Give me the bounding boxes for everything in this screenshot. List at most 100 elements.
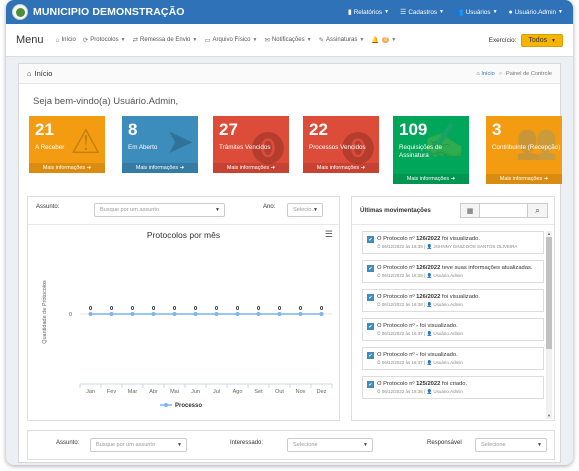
data-point xyxy=(235,312,240,316)
x-tick-label: Mar xyxy=(128,389,138,395)
chart-menu-icon[interactable]: ☰ xyxy=(325,229,333,240)
data-label: 0 xyxy=(278,306,281,312)
scrollbar[interactable]: ▲ ▼ xyxy=(546,231,552,419)
data-label: 0 xyxy=(299,306,302,312)
movement-item[interactable]: ✔ O Protocolo nº 126/2022 foi visualizado… xyxy=(362,289,544,312)
y-tick-label: 0 xyxy=(69,312,72,318)
top-nav-relatorios[interactable]: ▮ Relatórios ▼ xyxy=(348,8,389,17)
menu-item-inicio[interactable]: ⌂ Início xyxy=(56,37,76,44)
movements-card: Últimas movimentações ▦ ⌕ ✔ O Protocolo n… xyxy=(351,196,555,421)
assunto-placeholder: Busque por um assunto xyxy=(96,442,156,448)
movement-item[interactable]: ✔ O Protocolo nº 126/2022 teve suas infor… xyxy=(362,260,544,283)
assunto-label: Assunto: xyxy=(56,440,80,446)
menu-item-notificacoes[interactable]: ✉ Notificações ▼ xyxy=(264,36,311,44)
movements-title: Últimas movimentações xyxy=(360,207,431,214)
interessado-select[interactable]: Selecione ▼ xyxy=(287,438,373,452)
responsavel-value: Selecione xyxy=(481,442,506,448)
breadcrumb-current: Painel de Controle xyxy=(505,70,552,77)
pen-icon: ✎ xyxy=(318,37,325,44)
movement-item[interactable]: ✔ O Protocolo nº 125/2022 foi criado. ⏱ 06… xyxy=(362,376,544,399)
panel-title: ⌂ Início xyxy=(27,69,52,78)
municipal-crest-logo xyxy=(12,4,28,20)
movement-suffix: foi visualizado. xyxy=(418,352,458,358)
movement-item[interactable]: ✔ O Protocolo nº - foi visualizado. ⏱ 06/1… xyxy=(362,347,544,370)
movement-suffix: foi visualizado. xyxy=(440,294,480,300)
check-icon: ✔ xyxy=(367,352,374,359)
top-bar: MUNICIPIO DEMONSTRAÇÃO ▮ Relatórios ▼ ☰ … xyxy=(6,0,573,24)
date-input[interactable] xyxy=(480,203,528,218)
calendar-icon[interactable]: ▦ xyxy=(460,203,480,218)
protocol-number: 126/2022 xyxy=(416,236,441,242)
bell-icon: 🔔 xyxy=(371,37,380,44)
x-tick-label: Dez xyxy=(317,389,327,395)
more-info-link[interactable]: Mais informações ➜ xyxy=(486,174,562,184)
folder-icon: ▭ xyxy=(204,37,211,44)
responsavel-select[interactable]: Selecione ▼ xyxy=(475,438,547,452)
data-point xyxy=(88,312,93,316)
menu-item-remessa[interactable]: ⇄ Remessa de Envio ▼ xyxy=(133,36,198,44)
assunto-select[interactable]: Busque por um assunto ▼ xyxy=(94,203,225,217)
movement-prefix: O Protocolo nº xyxy=(377,265,417,271)
sitemap-icon: ☰ xyxy=(400,9,407,16)
stat-label: Em Aberto xyxy=(128,144,158,151)
top-nav-usuarios[interactable]: 👥 Usuários ▼ xyxy=(455,8,498,17)
movement-description: O Protocolo nº 125/2022 foi criado. xyxy=(377,380,467,388)
stat-box-tramites-vencidos[interactable]: ⓿ 27 Trâmites Vencidos Mais informações … xyxy=(213,116,289,173)
menu-item-label: Arquivo Físico xyxy=(212,37,251,43)
top-nav-user-account[interactable]: ● Usuário.Admin ▼ xyxy=(509,9,563,16)
more-info-link[interactable]: Mais informações ➜ xyxy=(29,163,105,173)
x-tick-label: Mai xyxy=(170,389,179,395)
legend-label: Processo xyxy=(175,403,202,409)
top-nav: ▮ Relatórios ▼ ☰ Cadastros ▼ 👥 Usuários … xyxy=(337,8,563,17)
caret-down-icon: ▼ xyxy=(192,37,198,43)
more-info-link[interactable]: Mais informações ➜ xyxy=(393,174,469,184)
check-icon: ✔ xyxy=(367,381,374,388)
stat-box-a-receber[interactable]: ⚠ 21 A Receber Mais informações ➜ xyxy=(29,116,105,173)
panel-title-text: Início xyxy=(34,69,53,78)
movement-prefix: O Protocolo nº xyxy=(377,381,417,387)
exercicio-dropdown[interactable]: Todos ▼ xyxy=(521,33,563,47)
bottom-assunto-select[interactable]: Busque por um assunto ▼ xyxy=(90,438,187,452)
caret-down-icon: ▼ xyxy=(252,37,258,43)
data-point xyxy=(193,312,198,316)
stat-box-contribuinte[interactable]: 👥 3 Contribuinte (Recepção) Mais informa… xyxy=(486,116,562,184)
exercicio-group: Exercício: Todos ▼ xyxy=(489,33,563,47)
movement-description: O Protocolo nº - foi visualizado. xyxy=(377,322,458,330)
more-info-link[interactable]: Mais informações ➜ xyxy=(122,163,198,173)
movement-item[interactable]: ✔ O Protocolo nº - foi visualizado. ⏱ 06/1… xyxy=(362,318,544,341)
scroll-down-icon[interactable]: ▼ xyxy=(546,413,552,419)
data-label: 0 xyxy=(215,306,218,312)
menu-item-label: Início xyxy=(61,37,76,43)
breadcrumb-home[interactable]: ⌂ Início xyxy=(476,71,494,77)
data-point xyxy=(172,312,177,316)
caret-down-icon: ▼ xyxy=(177,442,182,448)
stat-label: Processos Vencidos xyxy=(309,144,366,151)
movement-text: ✔ O Protocolo nº 126/2022 teve suas infor… xyxy=(367,264,539,272)
data-label: 0 xyxy=(152,306,155,312)
stat-box-requisicoes-assinatura[interactable]: ✍ 109 Requisições de Assinatura Mais inf… xyxy=(393,116,469,184)
envelope-icon: ✉ xyxy=(264,37,270,44)
menu-item-arquivo[interactable]: ▭ Arquivo Físico ▼ xyxy=(204,36,257,44)
stat-box-em-aberto[interactable]: ➤ 8 Em Aberto Mais informações ➜ xyxy=(122,116,198,173)
top-nav-cadastros[interactable]: ☰ Cadastros ▼ xyxy=(400,8,444,17)
menu-item-protocolos[interactable]: ⟳ Protocolos ▼ xyxy=(83,36,126,44)
stat-value: 8 xyxy=(128,120,138,139)
movement-item[interactable]: ✔ O Protocolo nº 126/2022 foi visualizado… xyxy=(362,231,544,254)
ano-select[interactable]: Selecio... ▼ xyxy=(287,203,323,217)
y-axis-label: Quantidade de Protocolos xyxy=(42,280,48,344)
scrollbar-thumb[interactable] xyxy=(546,237,552,349)
movement-prefix: O Protocolo nº xyxy=(377,236,417,242)
menu-item-label: Protocolos xyxy=(90,37,119,43)
stat-value: 27 xyxy=(219,120,238,139)
brand[interactable]: MUNICIPIO DEMONSTRAÇÃO xyxy=(12,4,185,20)
caret-down-icon: ▼ xyxy=(215,207,220,213)
caret-down-icon: ▼ xyxy=(120,37,126,43)
stat-label: Requisições de Assinatura xyxy=(399,144,443,159)
top-nav-label: Relatórios xyxy=(353,8,383,16)
data-point xyxy=(298,312,303,316)
stat-box-processos-vencidos[interactable]: ⓿ 22 Processos Vencidos Mais informações… xyxy=(303,116,379,173)
search-icon[interactable]: ⌕ xyxy=(528,203,548,218)
interessado-label: Interessado: xyxy=(230,440,264,446)
menu-item-assinaturas[interactable]: ✎ Assinaturas ▼ xyxy=(319,36,365,44)
menu-item-bell[interactable]: 🔔 0 ▼ xyxy=(371,36,396,44)
